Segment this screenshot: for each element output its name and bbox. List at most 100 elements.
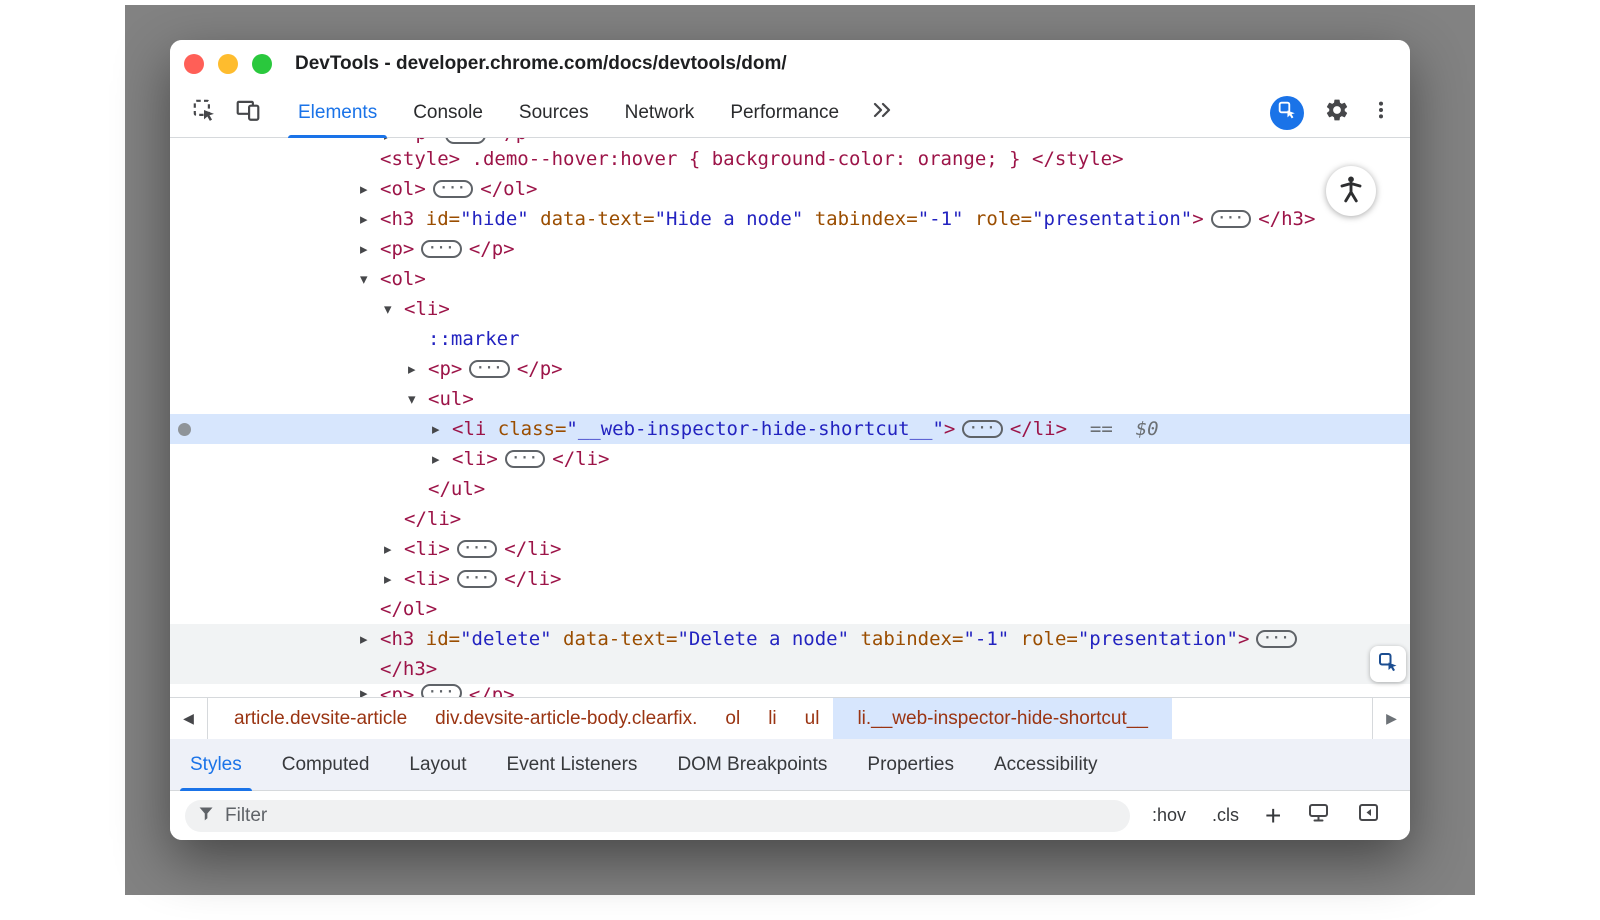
styles-filter-input[interactable] (225, 805, 1118, 827)
dom-token: </ol> (380, 598, 437, 620)
ellipsis-pill[interactable]: ··· (421, 684, 461, 697)
ellipsis-pill[interactable]: ··· (1211, 210, 1251, 228)
dom-row[interactable]: ▸<p>···</p> (170, 234, 1410, 264)
toolbar-right-icons (1270, 88, 1410, 137)
tab-properties[interactable]: Properties (847, 739, 974, 790)
tab-event-listeners[interactable]: Event Listeners (486, 739, 657, 790)
new-style-rule-button[interactable]: + (1265, 806, 1281, 826)
settings-button[interactable] (1324, 97, 1350, 128)
dom-row[interactable]: </ol> (170, 594, 1410, 624)
disclosure-triangle-icon[interactable]: ▸ (360, 210, 380, 228)
dom-row[interactable]: </ul> (170, 474, 1410, 504)
tab-accessibility[interactable]: Accessibility (974, 739, 1117, 790)
breadcrumb-scroll-left-button[interactable]: ◀ (170, 698, 208, 739)
dom-token: </h3> (380, 658, 437, 680)
monitor-icon (1307, 801, 1331, 830)
dom-token: </li> (1010, 418, 1067, 440)
dom-token: .demo--hover:hover { background-color: o… (460, 148, 1032, 170)
breadcrumb-list: article.devsite-articlediv.devsite-artic… (208, 698, 1172, 739)
ellipsis-pill[interactable]: ··· (505, 450, 545, 468)
dom-token: </p> (517, 358, 563, 380)
disclosure-triangle-icon[interactable]: ▸ (360, 684, 380, 697)
tab-sources[interactable]: Sources (501, 88, 607, 137)
element-classes-button[interactable]: .cls (1212, 805, 1239, 826)
dom-row[interactable]: ▾<li> (170, 294, 1410, 324)
close-button[interactable] (184, 54, 204, 74)
dom-row[interactable]: </li> (170, 504, 1410, 534)
dom-token: <li> (404, 568, 450, 590)
disclosure-triangle-icon[interactable]: ▸ (360, 180, 380, 198)
tab-computed[interactable]: Computed (262, 739, 390, 790)
disclosure-triangle-icon[interactable]: ▸ (432, 420, 452, 438)
font-editor-button[interactable] (1307, 801, 1331, 830)
tab-layout[interactable]: Layout (389, 739, 486, 790)
dom-token: <ul> (428, 388, 474, 410)
dom-token: > (1238, 628, 1249, 650)
dom-row[interactable]: ▸<h3 id="delete" data-text="Delete a nod… (170, 624, 1410, 654)
tab-console[interactable]: Console (395, 88, 501, 137)
ellipsis-pill[interactable]: ··· (421, 240, 461, 258)
toggle-element-state-button[interactable]: :hov (1152, 805, 1186, 826)
disclosure-triangle-icon[interactable]: ▾ (408, 390, 428, 408)
disclosure-triangle-icon[interactable]: ▸ (384, 570, 404, 588)
ellipsis-pill[interactable]: ··· (457, 540, 497, 558)
minimize-button[interactable] (218, 54, 238, 74)
ellipsis-pill[interactable]: ··· (469, 360, 509, 378)
accessibility-overlay-button[interactable] (1326, 166, 1376, 216)
accessibility-person-icon (1336, 174, 1366, 209)
ellipsis-pill[interactable]: ··· (962, 420, 1002, 438)
more-tabs-button[interactable] (861, 88, 905, 137)
tab-network[interactable]: Network (607, 88, 713, 137)
disclosure-triangle-icon[interactable]: ▸ (408, 360, 428, 378)
breadcrumb-item-li[interactable]: li (754, 698, 790, 739)
pick-element-button[interactable] (1270, 96, 1304, 130)
breadcrumb-item-article-devsite-article[interactable]: article.devsite-article (220, 698, 421, 739)
dom-row[interactable]: ▸<h3 id="hide" data-text="Hide a node" t… (170, 204, 1410, 234)
tab-styles[interactable]: Styles (170, 739, 262, 790)
dom-row[interactable]: ▸<p>···</p> (170, 354, 1410, 384)
main-menu-button[interactable] (1370, 98, 1392, 127)
breadcrumb-item-ul[interactable]: ul (791, 698, 834, 739)
dom-row[interactable]: ▸<li class="__web-inspector-hide-shortcu… (170, 414, 1410, 444)
breadcrumb-item-ol[interactable]: ol (711, 698, 754, 739)
breadcrumb-scroll-right-button[interactable]: ▶ (1372, 698, 1410, 739)
disclosure-triangle-icon[interactable]: ▸ (360, 630, 380, 648)
dom-row[interactable]: ▸<p>···</p> (170, 684, 1410, 697)
dom-token: "delete" (460, 628, 552, 650)
disclosure-triangle-icon[interactable]: ▾ (384, 300, 404, 318)
device-toolbar-button[interactable] (226, 88, 270, 137)
dom-row[interactable]: ▾<ul> (170, 384, 1410, 414)
ellipsis-pill[interactable]: ··· (1256, 630, 1296, 648)
dom-row[interactable]: ▸<li>···</li> (170, 564, 1410, 594)
dom-row[interactable]: ▸<li>···</li> (170, 444, 1410, 474)
dom-row[interactable]: ::marker (170, 324, 1410, 354)
dom-row[interactable]: ▾<ol> (170, 264, 1410, 294)
dom-token: class= (486, 418, 566, 440)
tab-dom-breakpoints[interactable]: DOM Breakpoints (657, 739, 847, 790)
ellipsis-pill[interactable]: ··· (433, 180, 473, 198)
sidebar-toggle-button[interactable] (1357, 801, 1381, 830)
styles-toolbar-buttons: :hov .cls + (1152, 801, 1381, 830)
disclosure-triangle-icon[interactable]: ▸ (432, 450, 452, 468)
tab-performance[interactable]: Performance (712, 88, 857, 137)
zoom-button[interactable] (252, 54, 272, 74)
disclosure-triangle-icon[interactable]: ▾ (360, 270, 380, 288)
dom-token: "presentation" (1032, 208, 1192, 230)
scroll-into-view-button[interactable] (1370, 646, 1406, 682)
dom-row[interactable]: </h3> (170, 654, 1410, 684)
breadcrumb-item-li-web-inspector-hide-shortcut[interactable]: li.__web-inspector-hide-shortcut__ (833, 698, 1171, 739)
dom-token: </ul> (428, 478, 485, 500)
selected-row-dot (178, 423, 191, 436)
dom-row[interactable]: ▸<ol>···</ol> (170, 174, 1410, 204)
breadcrumb-item-div-devsite-article-body-clear[interactable]: div.devsite-article-body.clearfix. (421, 698, 711, 739)
dom-token: </style> (1032, 148, 1124, 170)
dom-token: tabindex= (803, 208, 917, 230)
disclosure-triangle-icon[interactable]: ▸ (360, 240, 380, 258)
cursor-square-icon (1376, 650, 1400, 679)
tab-elements[interactable]: Elements (280, 88, 395, 137)
inspect-element-button[interactable] (182, 88, 226, 137)
ellipsis-pill[interactable]: ··· (457, 570, 497, 588)
disclosure-triangle-icon[interactable]: ▸ (384, 540, 404, 558)
dom-row[interactable]: <style> .demo--hover:hover { background-… (170, 144, 1410, 174)
dom-row[interactable]: ▸<li>···</li> (170, 534, 1410, 564)
